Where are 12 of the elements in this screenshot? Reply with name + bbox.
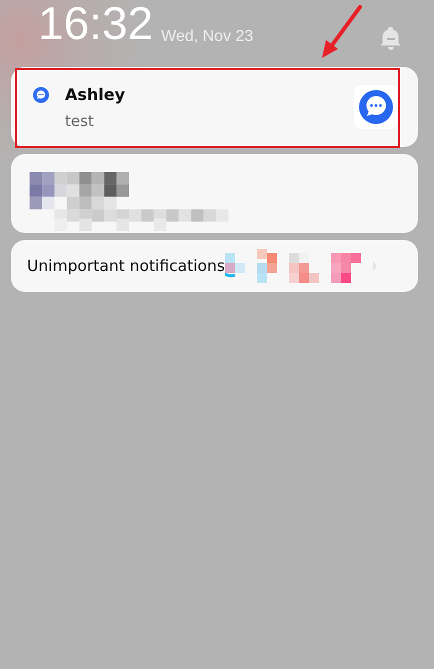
sender-name: Ashley xyxy=(65,84,126,104)
notification-summary[interactable]: Unimportant notifications xyxy=(11,240,418,292)
bell-icon[interactable] xyxy=(380,26,402,50)
arrow-annotation xyxy=(320,4,364,60)
notification-card[interactable]: Ashley test xyxy=(11,67,418,147)
summary-label: Unimportant notifications xyxy=(27,257,225,275)
chat-bubble-icon xyxy=(31,85,51,105)
date-label: Wed, Nov 23 xyxy=(161,28,254,46)
chat-bubble-icon xyxy=(354,85,398,129)
message-text: test xyxy=(65,112,95,130)
pixelated-app-icon xyxy=(256,249,277,283)
clock-time: 16:32 xyxy=(38,0,154,46)
